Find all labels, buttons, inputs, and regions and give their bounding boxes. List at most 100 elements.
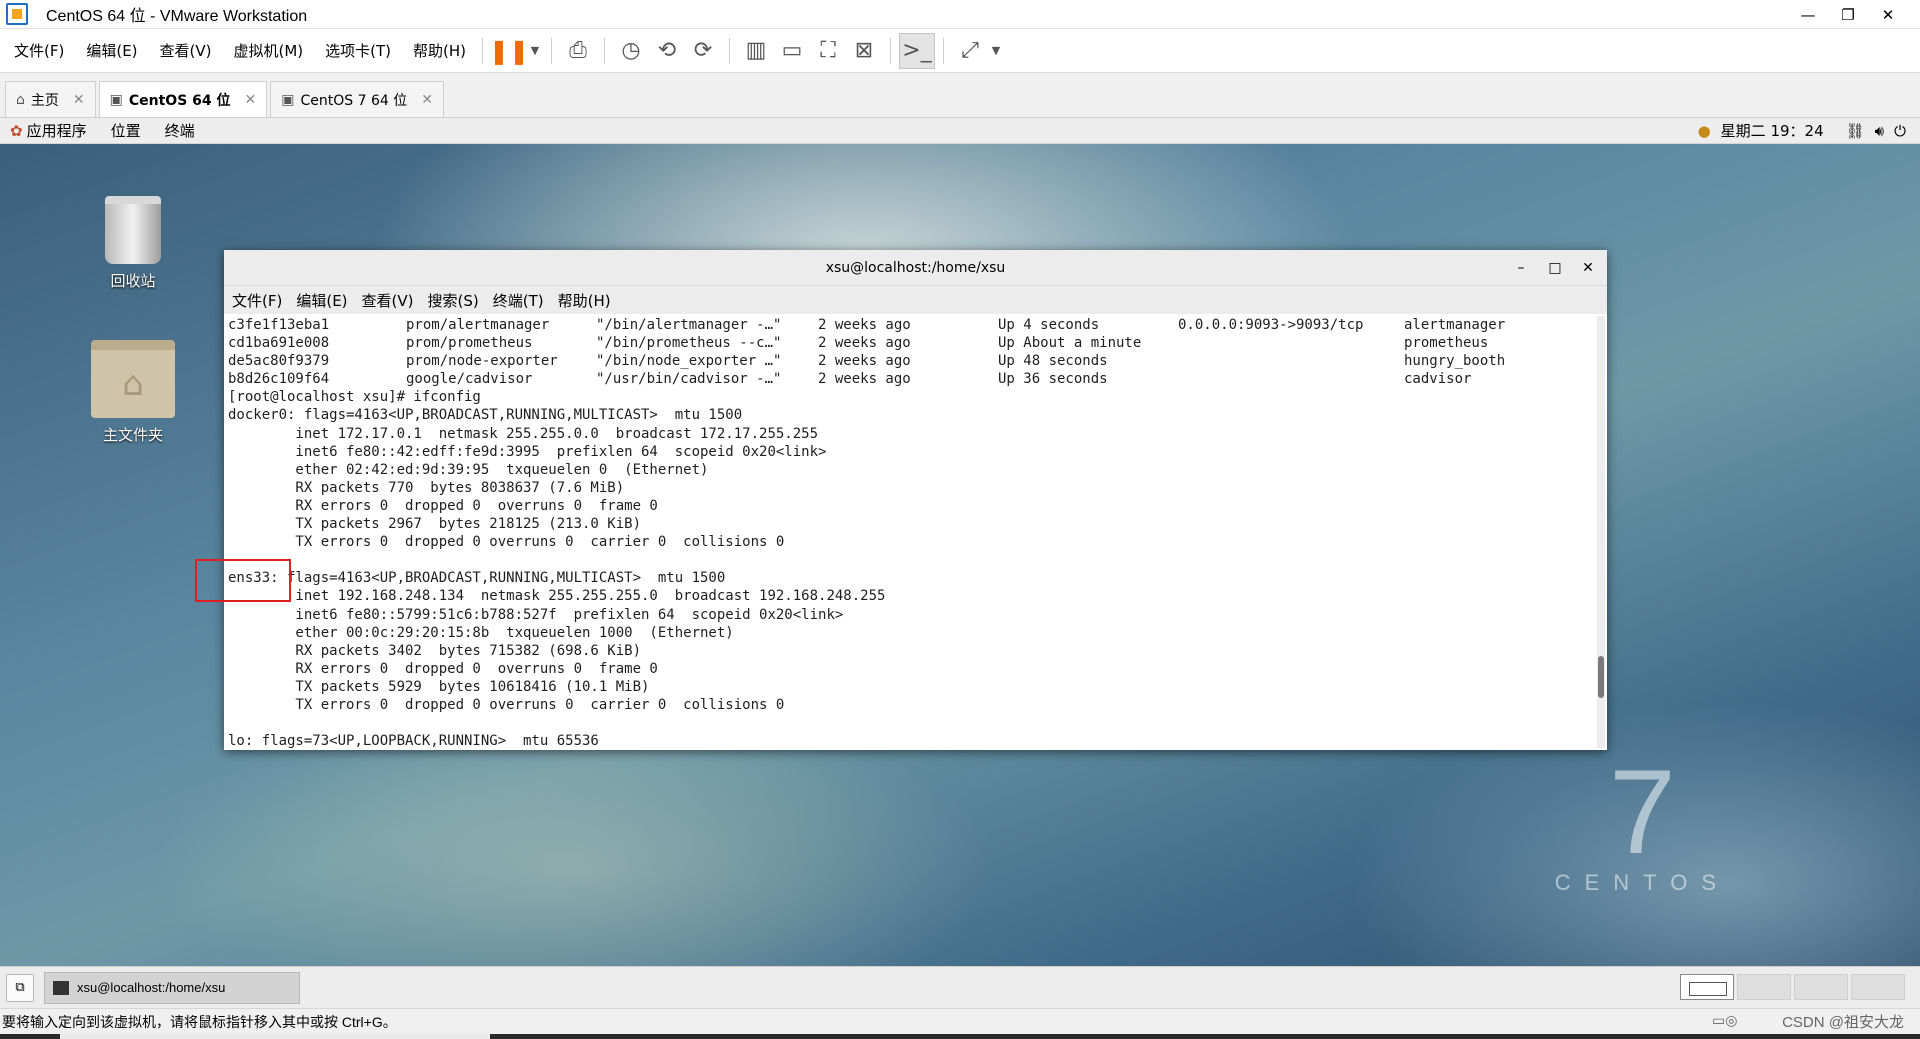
menu-file[interactable]: 文件(F) [0,40,72,61]
tab-centos-64[interactable]: ▣ CentOS 64 位 ✕ [98,81,268,117]
console-view-icon[interactable]: >_ [899,32,936,69]
docker-ps-cell: hungry_booth [1404,353,1506,370]
clock[interactable]: 星期二 19：24 [1721,120,1824,141]
terminal-menu-terminal[interactable]: 终端(T) [493,290,544,311]
docker-ps-row: cd1ba691e008 prom/prometheus "/bin/prometh… [228,334,1596,352]
menu-tabs[interactable]: 选项卡(T) [311,40,399,61]
workspace-2[interactable] [1737,974,1791,1000]
taskbar-terminal-item[interactable]: xsu@localhost:/home/xsu [44,971,300,1004]
menu-edit[interactable]: 编辑(E) [72,40,145,61]
terminal-line: RX errors 0 dropped 0 overruns 0 frame 0 [228,497,658,514]
terminal-menu-file[interactable]: 文件(F) [232,290,282,311]
applications-menu[interactable]: 应用程序 [27,120,87,141]
workspace-3[interactable] [1794,974,1848,1000]
revert-snapshot-icon[interactable]: ⟲ [649,33,685,69]
vmware-status-bar: 要将输入定向到该虚拟机，请将鼠标指针移入其中或按 Ctrl+G。 ▭◎ CSDN… [0,1008,1920,1034]
terminal-line: inet6 fe80::5799:51c6:b788:527f prefixle… [228,606,844,623]
docker-ps-cell: 2 weeks ago [818,317,911,333]
terminal-output[interactable]: c3fe1f13eba1 prom/alertmanager "/bin/alert… [226,316,1596,748]
terminal-close-button[interactable]: ✕ [1573,250,1603,286]
close-tab-icon[interactable]: ✕ [421,92,433,108]
snapshot-icon[interactable]: ◷ [613,33,649,69]
docker-ps-row: de5ac80f9379 prom/node-exporter "/bin/node… [228,352,1596,370]
docker-ps-cell: 2 weeks ago [818,353,911,370]
snapshot-manager-icon[interactable]: ⟳ [685,33,721,69]
terminal-menu-search[interactable]: 搜索(S) [428,290,479,311]
notification-icon[interactable]: ● [1698,122,1711,140]
fullscreen-icon[interactable]: ⛶ [810,33,846,69]
host-taskbar-strip [0,1034,1920,1039]
watermark: CSDN @祖安大龙 [1782,1014,1904,1031]
menu-help[interactable]: 帮助(H) [399,40,474,61]
stretch-icon[interactable]: ⤢ [952,33,988,69]
unity-icon[interactable]: ⊠ [846,33,882,69]
terminal-line: RX packets 3402 bytes 715382 (698.6 KiB) [228,642,642,659]
close-button[interactable]: ✕ [1868,0,1908,29]
docker-ps-cell: prom/alertmanager [406,317,550,333]
network-icon[interactable]: ⛓ [1846,122,1865,140]
workspace-4[interactable] [1851,974,1905,1000]
close-tab-icon[interactable]: ✕ [73,92,85,108]
workspace-1[interactable] [1680,974,1734,1000]
terminal-menu-help[interactable]: 帮助(H) [558,290,611,311]
terminal-window[interactable]: xsu@localhost:/home/xsu – □ ✕ 文件(F) 编辑(E… [224,250,1607,750]
send-ctrl-alt-del-icon[interactable]: ⎙ [560,33,596,69]
pause-icon[interactable]: ❚❚ [489,33,529,69]
gnome-bottom-bar: ⧉ xsu@localhost:/home/xsu [0,966,1920,1008]
docker-ps-cell: cd1ba691e008 [228,335,330,352]
terminal-line: TX errors 0 dropped 0 overruns 0 carrier… [228,534,785,551]
window-title: CentOS 64 位 - VMware Workstation [46,8,308,25]
show-desktop-icon[interactable]: ⧉ [6,973,34,1002]
gnome-foot-icon: ✿ [10,121,23,140]
tab-centos-7-64[interactable]: ▣ CentOS 7 64 位 ✕ [270,81,444,117]
vm-icon: ▣ [281,91,295,108]
scrollbar-thumb[interactable] [1598,656,1604,698]
docker-ps-cell: "/bin/prometheus --c…" [596,335,782,352]
terminal-menu[interactable]: 终端 [165,120,195,141]
terminal-scrollbar[interactable] [1597,316,1605,748]
trash-desktop-icon[interactable]: 回收站 [78,196,188,291]
gnome-top-bar: ✿ 应用程序 位置 终端 ● 星期二 19：24 ⛓ 🔊︎ ⏻ [0,118,1920,144]
places-menu[interactable]: 位置 [111,120,141,141]
minimize-button[interactable]: — [1788,0,1828,29]
terminal-minimize-button[interactable]: – [1506,250,1536,286]
restore-button[interactable]: ❐ [1828,0,1868,29]
menu-vm[interactable]: 虚拟机(M) [220,40,312,61]
vmware-logo-icon [6,3,28,25]
stretch-dropdown-icon[interactable]: ▼ [988,33,1004,69]
vmware-title-bar: CentOS 64 位 - VMware Workstation — ❐ ✕ [0,0,1920,29]
terminal-line: RX packets 770 bytes 8038637 (7.6 MiB) [228,479,625,496]
toolbar-separator [729,37,731,64]
home-folder-label: 主文件夹 [102,426,163,444]
vm-tab-bar: ⌂ 主页 ✕ ▣ CentOS 64 位 ✕ ▣ CentOS 7 64 位 ✕ [0,78,1920,118]
tab-home[interactable]: ⌂ 主页 ✕ [5,81,96,117]
pause-dropdown-icon[interactable]: ▼ [527,33,543,69]
docker-ps-cell: Up 48 seconds [998,353,1108,370]
menu-view[interactable]: 查看(V) [146,40,220,61]
thumbnail-bar-icon[interactable]: ▭ [774,33,810,69]
terminal-maximize-button[interactable]: □ [1540,250,1570,286]
docker-ps-cell: Up About a minute [998,335,1142,352]
volume-icon[interactable]: 🔊︎ [1875,122,1884,140]
show-library-icon[interactable]: ▥ [738,33,774,69]
terminal-title: xsu@localhost:/home/xsu [825,259,1006,276]
terminal-line: RX errors 0 dropped 0 overruns 0 frame 0 [228,660,658,677]
terminal-icon [53,980,69,995]
trash-label: 回收站 [110,272,156,290]
terminal-line: lo: flags=73<UP,LOOPBACK,RUNNING> mtu 65… [228,733,599,748]
device-status-icon[interactable]: ▭◎ [1712,1012,1737,1029]
docker-ps-cell [1178,334,1404,352]
terminal-menu-edit[interactable]: 编辑(E) [296,290,347,311]
docker-ps-cell: "/usr/bin/cadvisor -…" [596,371,782,388]
docker-ps-cell: prometheus [1404,335,1489,352]
home-folder-desktop-icon[interactable]: ⌂ 主文件夹 [78,340,188,445]
docker-ps-row: c3fe1f13eba1 prom/alertmanager "/bin/alert… [228,316,1596,334]
toolbar-separator [943,37,945,64]
terminal-line: ether 00:0c:29:20:15:8b txqueuelen 1000 … [228,624,734,641]
power-icon[interactable]: ⏻ [1894,122,1906,140]
docker-ps-cell [1178,370,1404,388]
close-tab-icon[interactable]: ✕ [245,92,257,108]
toolbar-separator [482,37,484,64]
toolbar-separator [551,37,553,64]
terminal-menu-view[interactable]: 查看(V) [362,290,414,311]
